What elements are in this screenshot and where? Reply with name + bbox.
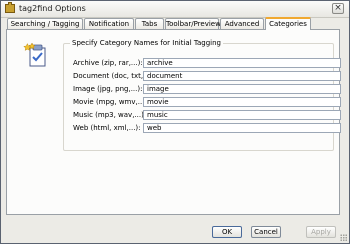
archive-field[interactable]: archive bbox=[143, 58, 341, 68]
options-window: tag2find Options × Searching / Tagging N… bbox=[0, 0, 350, 244]
ok-button[interactable]: OK bbox=[212, 226, 242, 238]
image-label: Image (jpg, png,...): bbox=[73, 85, 143, 93]
tab-tabs[interactable]: Tabs bbox=[135, 18, 164, 29]
tab-toolbar-preview[interactable]: Toolbar/Preview bbox=[165, 18, 221, 29]
group-title: Specify Category Names for Initial Taggi… bbox=[70, 39, 223, 47]
cancel-button[interactable]: Cancel bbox=[251, 226, 281, 238]
tab-searching-tagging[interactable]: Searching / Tagging bbox=[7, 18, 83, 29]
checklist-icon bbox=[23, 42, 46, 67]
image-field[interactable]: image bbox=[143, 84, 341, 94]
music-field[interactable]: music bbox=[143, 110, 341, 120]
document-field[interactable]: document bbox=[143, 71, 341, 81]
title-bar[interactable]: tag2find Options × bbox=[1, 1, 349, 18]
resize-grip[interactable] bbox=[340, 234, 347, 241]
apply-button[interactable]: Apply bbox=[306, 226, 336, 238]
movie-field[interactable]: movie bbox=[143, 97, 341, 107]
movie-label: Movie (mpg, wmv,...): bbox=[73, 98, 150, 106]
tab-categories[interactable]: Categories bbox=[265, 17, 311, 30]
archive-label: Archive (zip, rar,...): bbox=[73, 59, 143, 67]
window-title: tag2find Options bbox=[19, 4, 86, 13]
tab-advanced[interactable]: Advanced bbox=[220, 18, 264, 29]
web-field[interactable]: web bbox=[143, 123, 341, 133]
categories-panel: Specify Category Names for Initial Taggi… bbox=[6, 29, 341, 215]
web-label: Web (html, xml,...): bbox=[73, 124, 141, 132]
music-label: Music (mp3, wav,...): bbox=[73, 111, 147, 119]
close-button[interactable]: × bbox=[332, 3, 344, 14]
tab-notification[interactable]: Notification bbox=[84, 18, 134, 29]
folder-icon bbox=[5, 2, 15, 13]
close-icon: × bbox=[334, 3, 342, 13]
